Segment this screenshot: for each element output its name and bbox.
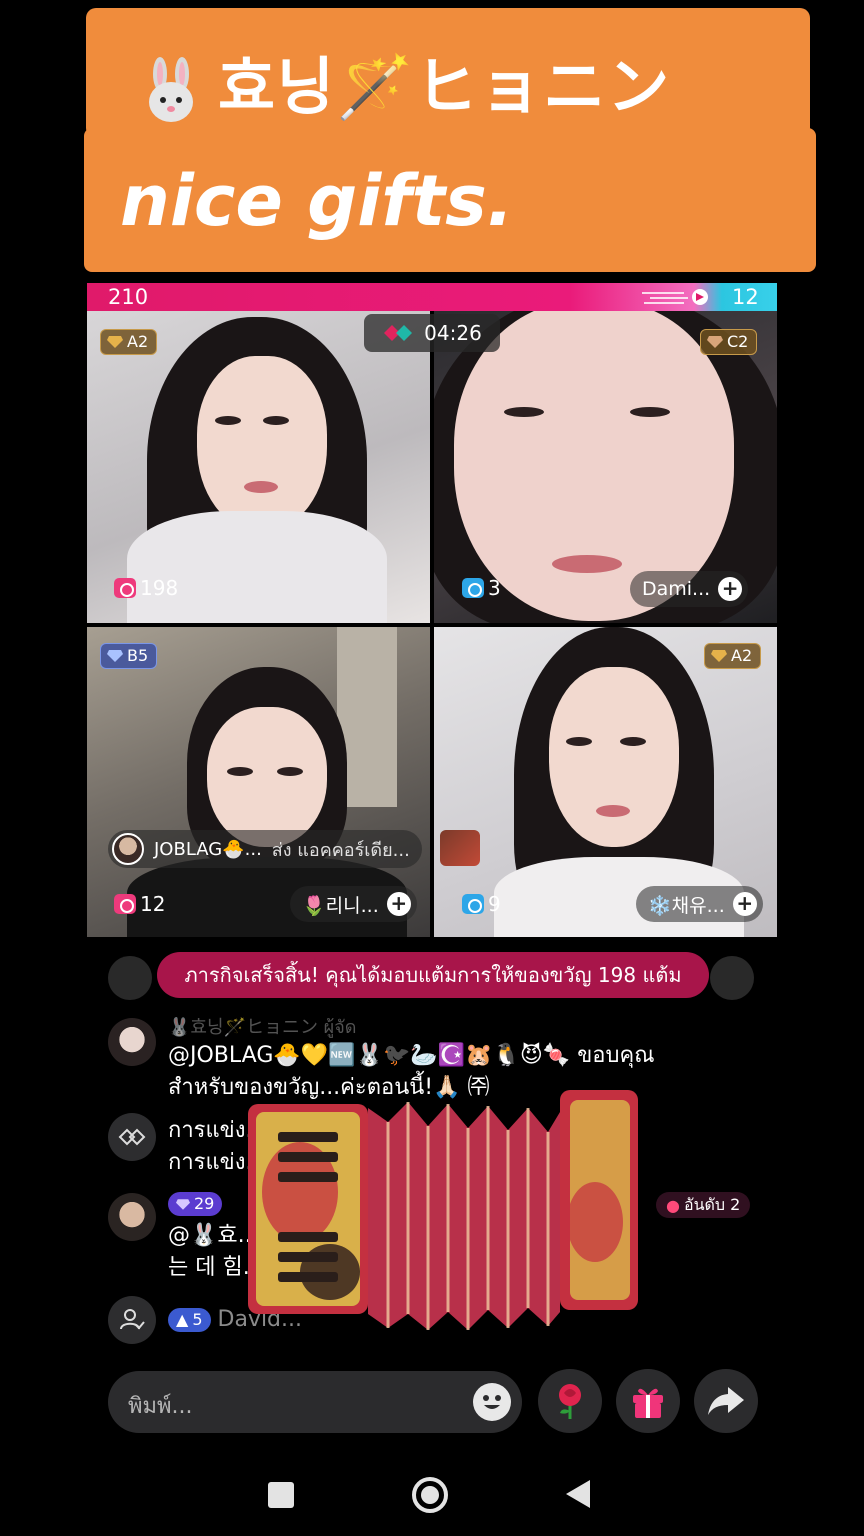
avatar [710, 956, 754, 1000]
level-value: 29 [194, 1194, 215, 1213]
avatar[interactable] [108, 1018, 156, 1066]
streamer-name-pill[interactable]: ❄️채유... + [636, 886, 763, 922]
camera-icon [114, 578, 136, 598]
diamond-icon [107, 336, 123, 348]
streamer-face [197, 356, 327, 531]
viewer-count-value: 3 [488, 576, 501, 600]
avatar[interactable] [108, 1193, 156, 1241]
viewer-count: 3 [462, 576, 501, 600]
eye [227, 767, 253, 776]
gift-text: ส่ง แอคคอร์เดีย... [271, 839, 410, 861]
emoji-icon[interactable] [473, 1383, 511, 1421]
diamond-icon [707, 336, 723, 348]
eye [620, 737, 646, 746]
lips [244, 481, 278, 493]
gift-icon [633, 1388, 663, 1418]
camera-icon [462, 894, 484, 914]
rank-badge: A2 [704, 643, 762, 669]
viewer-count-value: 9 [488, 892, 501, 916]
streamer-shoulders [127, 511, 387, 623]
battle-score-left: 210 [108, 285, 149, 309]
system-message-icon [108, 1113, 156, 1161]
follow-plus-icon[interactable]: + [718, 577, 743, 601]
viewer-count-value: 198 [140, 576, 179, 600]
rank-badge: B5 [100, 643, 158, 669]
camera-icon [462, 578, 484, 598]
accordion-gift-animation [248, 1090, 638, 1330]
comment-placeholder: พิมพ์... [128, 1394, 193, 1419]
avatar [108, 956, 152, 1000]
rank-text: อันดับ 2 [683, 1194, 741, 1214]
banner-title: 효닝🪄ヒョニン [136, 36, 671, 126]
diamond-icon [107, 650, 123, 662]
rank-label: A2 [731, 646, 753, 665]
rank-label: C2 [727, 332, 749, 351]
lips [552, 555, 622, 573]
rank-label: A2 [127, 332, 149, 351]
rank-badge: C2 [700, 329, 758, 355]
eye [504, 407, 544, 417]
diamond-icon [711, 650, 727, 662]
battle-streak-icon [642, 289, 708, 305]
chat-message: @JOBLAG🐣💛🆕🐰🐦‍⬛🦢☪️🐹🐧😈🍬 ขอบคุณ [168, 1043, 655, 1068]
home-button[interactable] [412, 1477, 448, 1513]
viewer-count: 12 [114, 892, 165, 916]
diamond-icon [176, 1198, 190, 1210]
rose-icon [559, 1384, 581, 1419]
rank-pill: ● อันดับ 2 [656, 1192, 751, 1218]
chat-badges: 29 [168, 1188, 223, 1220]
streamer-name: ❄️채유... [648, 894, 725, 917]
rose-gift-button[interactable] [538, 1369, 602, 1433]
battle-timer: 04:26 [364, 314, 500, 352]
timer-value: 04:26 [424, 321, 482, 345]
viewer-count-value: 12 [140, 892, 166, 916]
recent-apps-button[interactable] [268, 1482, 294, 1508]
share-button[interactable] [694, 1369, 758, 1433]
follow-plus-icon[interactable]: + [732, 892, 757, 916]
user-check-icon [120, 1309, 145, 1330]
level-badge: ▲ 5 [168, 1308, 211, 1332]
gift-button[interactable] [616, 1369, 680, 1433]
streamer-name: Dami... [642, 578, 711, 600]
eye [277, 767, 303, 776]
viewer-count: 9 [462, 892, 501, 916]
rank-label: B5 [127, 646, 149, 665]
gift-notification: JOBLAG🐣... ส่ง แอคคอร์เดีย... [108, 830, 422, 868]
avatar [112, 833, 144, 865]
eye [215, 416, 241, 425]
gift-sender: JOBLAG🐣... [154, 838, 262, 860]
banner-title-text: 효닝🪄ヒョニン [218, 50, 672, 123]
eye [630, 407, 670, 417]
follow-plus-icon[interactable]: + [386, 892, 411, 916]
rank-badge: A2 [100, 329, 158, 355]
rabbit-icon [149, 56, 193, 122]
mission-complete-toast: ภารกิจเสร็จสิ้น! คุณได้มอบแต้มการให้ของข… [157, 952, 709, 998]
eye [566, 737, 592, 746]
level-value: 5 [192, 1310, 203, 1329]
triangle-icon: ▲ [176, 1310, 189, 1329]
streamer-face [549, 667, 679, 847]
banner-subtitle: nice gifts. [120, 160, 514, 242]
battle-icon [118, 1128, 146, 1146]
lips [596, 805, 630, 817]
medal-icon: ● [666, 1195, 680, 1215]
streamer-face [207, 707, 327, 847]
streamer-name-pill[interactable]: 🌷리니... + [290, 886, 417, 922]
camera-icon [114, 894, 136, 914]
share-arrow-icon [708, 1387, 744, 1415]
back-button[interactable] [566, 1480, 590, 1508]
viewer-count: 198 [114, 576, 178, 600]
streamer-name: 🌷리니... [302, 894, 379, 917]
battle-score-right: 12 [732, 285, 759, 309]
accordion-gift-thumbnail [440, 830, 480, 866]
eye [263, 416, 289, 425]
level-badge: 29 [168, 1192, 223, 1216]
user-joined-icon [108, 1296, 156, 1344]
streamer-name-pill[interactable]: Dami... + [630, 571, 749, 607]
battle-icon [384, 325, 413, 341]
